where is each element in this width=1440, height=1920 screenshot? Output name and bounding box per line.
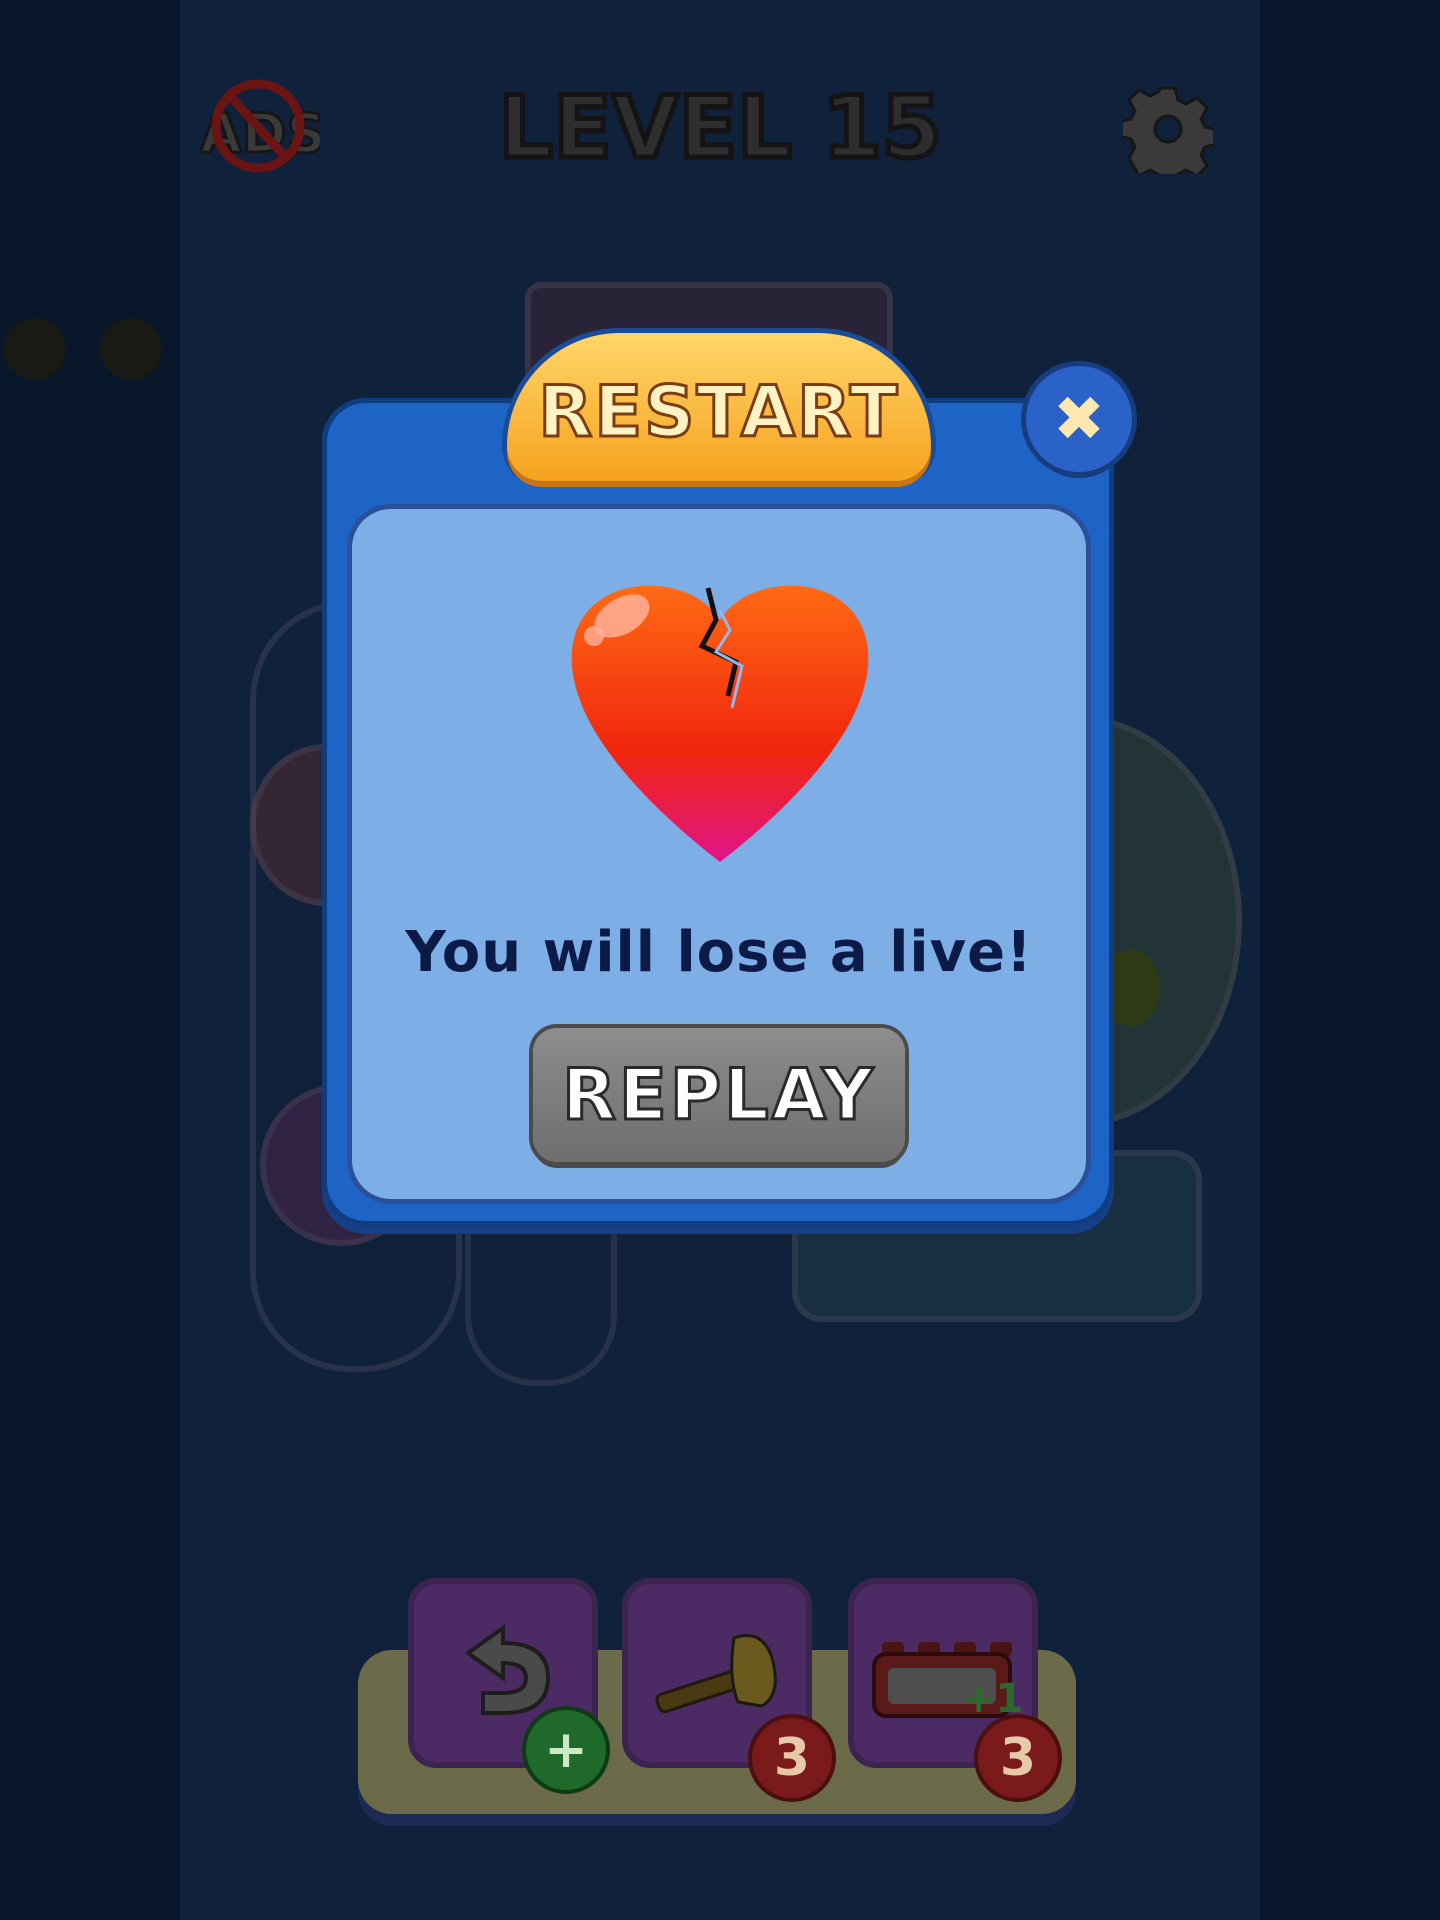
restart-title: RESTART <box>537 370 900 455</box>
background-dot <box>100 318 162 380</box>
replay-button[interactable]: REPLAY <box>533 1028 905 1162</box>
extra-slot-count-badge: 3 <box>978 1718 1058 1798</box>
right-margin <box>1260 0 1440 1920</box>
hammer-count-badge: 3 <box>752 1718 832 1798</box>
close-icon: ✖ <box>1053 382 1105 455</box>
extra-slot-plus-one: +1 <box>962 1676 1024 1722</box>
undo-add-badge: + <box>526 1710 606 1790</box>
extra-slot-tool-button[interactable]: +1 3 <box>848 1578 1058 1798</box>
hammer-tool-button[interactable]: 3 <box>622 1578 832 1798</box>
lose-life-message: You will lose a live! <box>405 920 1033 985</box>
level-title: LEVEL 15 <box>496 76 944 181</box>
broken-heart-icon <box>571 585 869 862</box>
left-margin <box>0 0 180 1920</box>
background-dot <box>4 318 66 380</box>
restart-title-tab: RESTART <box>507 333 931 481</box>
settings-gear-icon[interactable] <box>1123 84 1213 174</box>
no-ads-button[interactable]: ADS <box>196 76 320 180</box>
replay-label: REPLAY <box>561 1053 876 1138</box>
undo-tool-button[interactable]: + <box>408 1578 606 1790</box>
close-dialog-button[interactable]: ✖ <box>1026 366 1132 472</box>
